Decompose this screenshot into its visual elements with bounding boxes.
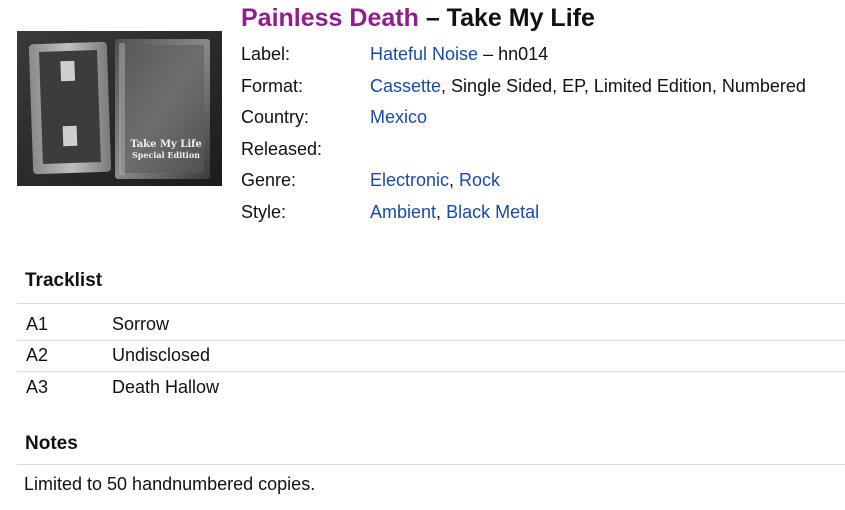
detail-text: , Single Sided, EP, Limited Edition, Num… [441, 75, 806, 96]
detail-link[interactable]: Black Metal [446, 202, 539, 222]
detail-row: Style: Ambient, Black Metal [241, 197, 806, 229]
notes-text: Limited to 50 handnumbered copies. [24, 474, 316, 494]
notes-divider [17, 464, 845, 465]
tracklist-heading: Tracklist [25, 270, 103, 291]
track-position: A2 [26, 345, 49, 366]
detail-text: , [436, 201, 447, 222]
tracklist-divider [17, 303, 845, 304]
detail-link[interactable]: Cassette [370, 76, 441, 96]
cover-title-text: Take My Life Special Edition [130, 139, 202, 160]
detail-row: Genre: Electronic, Rock [241, 165, 806, 197]
detail-key: Label: [241, 44, 291, 65]
detail-link[interactable]: Electronic [370, 170, 449, 190]
detail-key: Country: [241, 107, 310, 128]
detail-row: Country: Mexico [241, 102, 806, 134]
cover-image[interactable]: Take My Life Special Edition [17, 31, 222, 186]
notes-heading: Notes [25, 433, 78, 454]
detail-link[interactable]: Mexico [370, 107, 427, 127]
page-title: Painless Death – Take My Life [241, 2, 595, 34]
track-title: Sorrow [112, 313, 170, 334]
detail-text: , [449, 170, 460, 191]
detail-value: Hateful Noise – hn014 [370, 44, 548, 65]
track-title: Undisclosed [112, 345, 211, 366]
detail-key: Released: [241, 138, 323, 159]
detail-key: Genre: [241, 170, 297, 191]
cassette-photo-icon [17, 31, 222, 186]
release-page: Take My Life Special Edition Painless De… [0, 0, 845, 510]
track-position: A3 [26, 377, 49, 398]
detail-value: Electronic, Rock [370, 170, 500, 191]
detail-link[interactable]: Ambient [370, 202, 436, 222]
table-row: A2 Undisclosed [17, 341, 845, 372]
detail-value: Cassette, Single Sided, EP, Limited Edit… [370, 76, 806, 97]
detail-row: Released: [241, 134, 806, 166]
detail-link[interactable]: Rock [459, 170, 500, 190]
title-separator: – [425, 4, 440, 32]
table-row: A3 Death Hallow [17, 372, 845, 404]
detail-row: Label: Hateful Noise – hn014 [241, 39, 806, 71]
release-details: Label: Hateful Noise – hn014 Format: Casset… [241, 39, 806, 228]
track-title: Death Hallow [112, 377, 220, 398]
detail-key: Style: [241, 201, 287, 222]
detail-row: Format: Cassette, Single Sided, EP, Limit… [241, 71, 806, 103]
table-row: A1 Sorrow [17, 309, 845, 341]
artist-link[interactable]: Painless Death [241, 4, 419, 32]
album-title: Take My Life [446, 4, 595, 32]
detail-text: – hn014 [478, 44, 549, 65]
detail-key: Format: [241, 75, 304, 96]
detail-value: Ambient, Black Metal [370, 202, 539, 223]
detail-value: Mexico [370, 107, 427, 128]
detail-link[interactable]: Hateful Noise [370, 44, 478, 64]
tracklist-table: A1 Sorrow A2 Undisclosed A3 Death Hallow [17, 309, 845, 404]
track-position: A1 [26, 313, 49, 334]
